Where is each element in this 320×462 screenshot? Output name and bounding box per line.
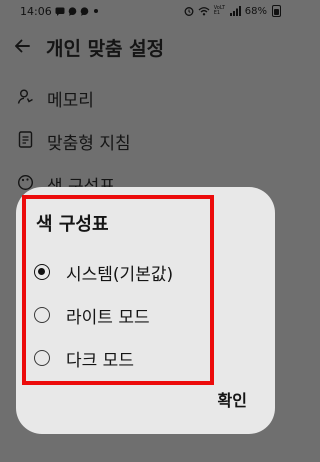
status-time: 14:06 [20, 4, 52, 18]
signal-icon [229, 6, 241, 16]
wifi-icon [198, 7, 210, 16]
highlight-box [22, 195, 214, 385]
menu-item-memory[interactable]: 메모리 [0, 80, 291, 114]
status-left: 14:06 [20, 5, 98, 18]
battery-text: 68% [244, 5, 267, 17]
memory-icon [17, 89, 33, 104]
confirm-button[interactable]: 확인 [218, 387, 247, 411]
status-bar: 14:06 VoLTE1 68% [0, 0, 291, 22]
alarm-icon [184, 7, 194, 16]
menu-item-label: 맞춤형 지침 [47, 134, 131, 154]
chat-icon [68, 6, 77, 16]
status-right: VoLTE1 68% [184, 5, 281, 17]
menu-item-instructions[interactable]: 맞춤형 지침 [0, 123, 291, 157]
chat-icon [80, 6, 89, 16]
volte-icon: VoLTE1 [213, 5, 226, 16]
back-arrow-icon[interactable] [12, 36, 32, 56]
menu-item-label: 메모리 [47, 91, 94, 111]
page-title: 개인 맞춤 설정 [46, 38, 165, 60]
instructions-icon [18, 131, 33, 148]
dot-icon [93, 9, 98, 13]
app-bar: 개인 맞춤 설정 [0, 28, 291, 66]
battery-icon [272, 5, 281, 17]
sms-icon [55, 7, 65, 16]
